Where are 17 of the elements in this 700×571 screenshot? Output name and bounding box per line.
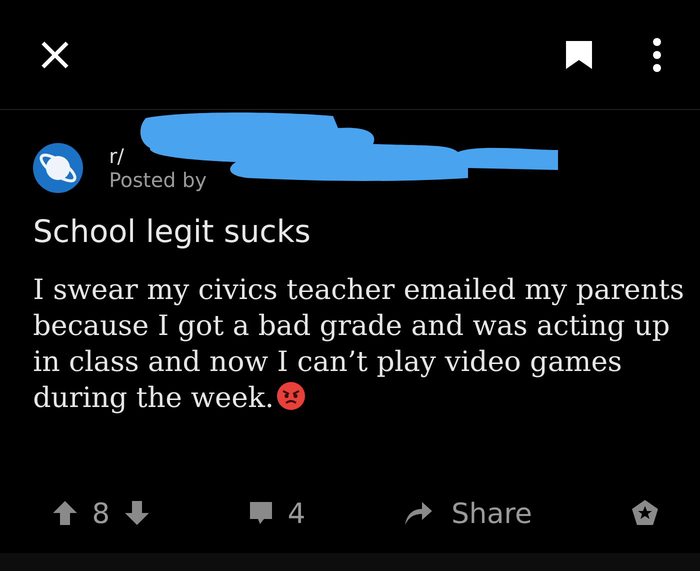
share-arrow-icon bbox=[403, 500, 434, 526]
subreddit-prefix[interactable]: r/ bbox=[109, 144, 124, 168]
post-title[interactable]: School legit sucks bbox=[33, 214, 700, 250]
post-body: I swear my civics teacher emailed my parents because I got a bad grade and was acting up in class and now I can’t play video games during the week. bbox=[33, 272, 686, 416]
close-icon[interactable] bbox=[40, 40, 70, 70]
upvote-icon[interactable] bbox=[52, 500, 78, 526]
downvote-icon[interactable] bbox=[124, 500, 150, 526]
share-button[interactable]: Share bbox=[403, 496, 532, 530]
score-count: 8 bbox=[92, 496, 110, 530]
planet-avatar-icon[interactable] bbox=[33, 143, 83, 193]
angry-emoji-icon bbox=[276, 381, 306, 411]
bookmark-icon[interactable] bbox=[564, 38, 594, 70]
more-icon[interactable] bbox=[652, 38, 662, 72]
comment-count: 4 bbox=[288, 496, 306, 530]
posted-by-label: Posted by bbox=[109, 168, 207, 192]
award-icon[interactable] bbox=[630, 498, 660, 528]
comment-icon[interactable] bbox=[248, 500, 274, 526]
